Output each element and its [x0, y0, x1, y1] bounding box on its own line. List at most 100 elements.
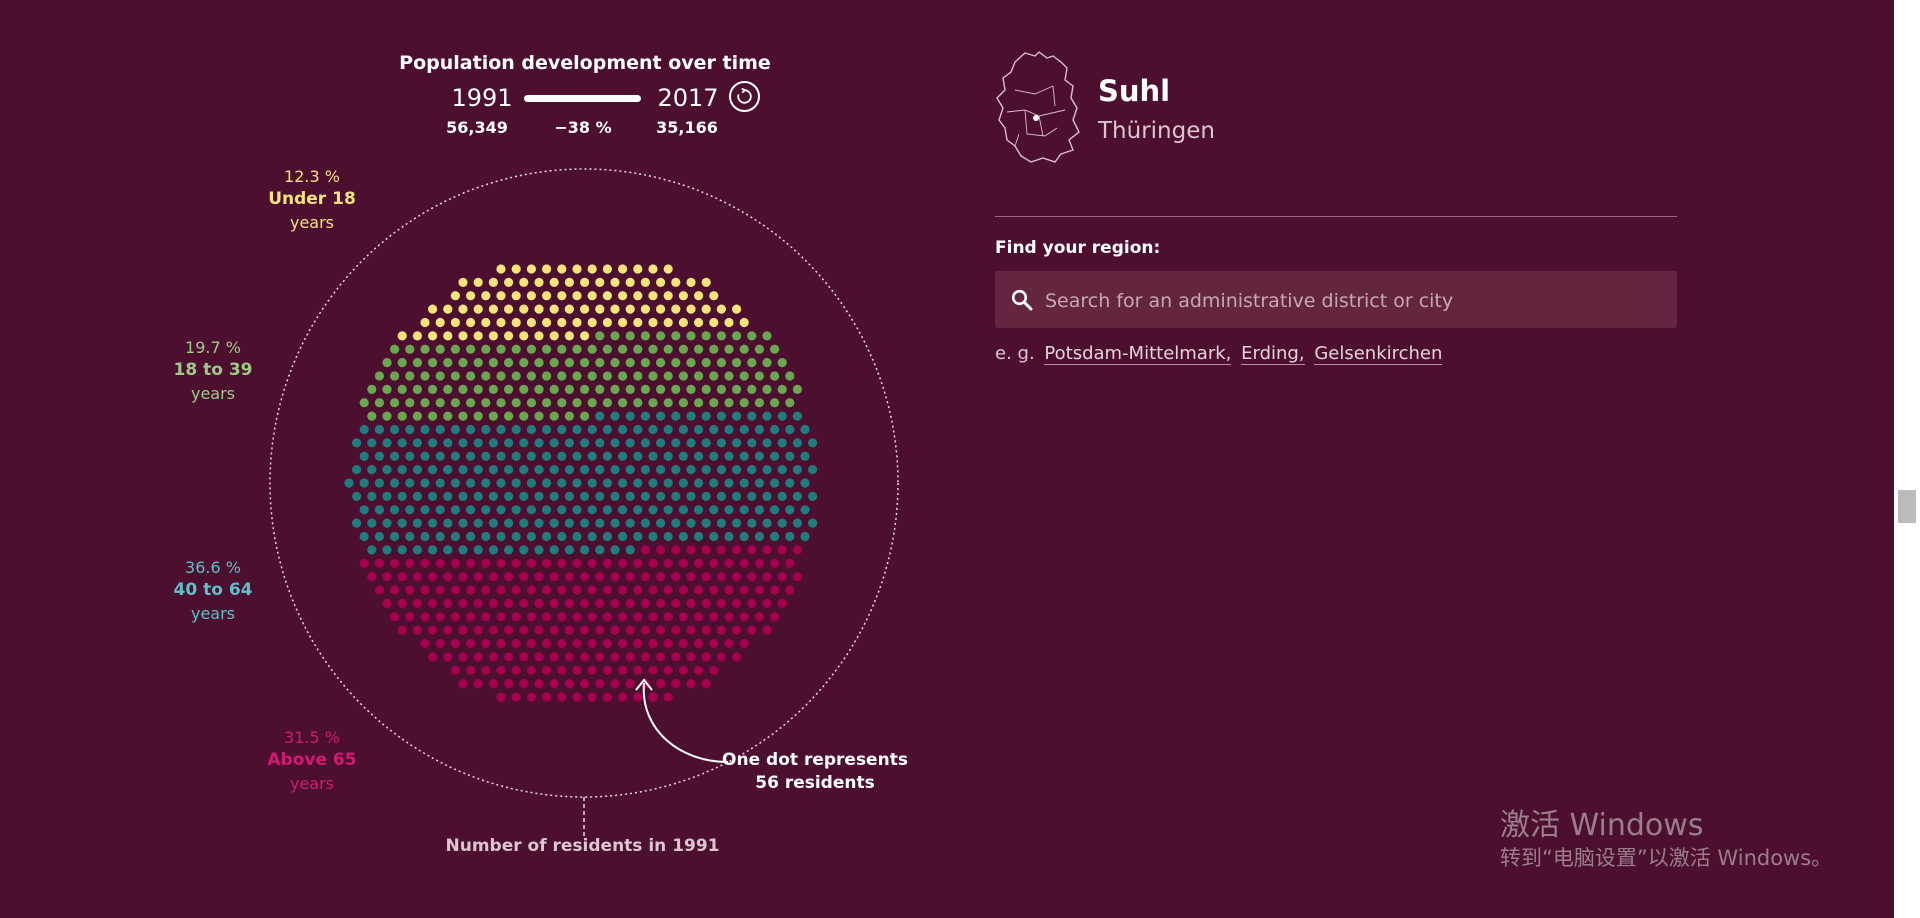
dot-above65: [694, 638, 704, 649]
dot-above65: [580, 652, 590, 662]
dot-above65: [694, 585, 704, 595]
dot-18to39: [618, 344, 628, 354]
dot-above65: [747, 545, 757, 555]
dot-40to64: [458, 465, 468, 475]
dot-40to64: [663, 531, 673, 542]
dot-above65: [602, 585, 613, 595]
scrollbar-thumb[interactable]: [1898, 490, 1916, 523]
dot-40to64: [473, 465, 483, 475]
dot-under18: [671, 277, 681, 287]
dot-under18: [701, 277, 711, 287]
dot-40to64: [640, 518, 651, 528]
dot-40to64: [686, 491, 696, 501]
dot-18to39: [519, 384, 529, 394]
dot-18to39: [390, 371, 400, 381]
dot-above65: [450, 585, 460, 595]
dot-under18: [572, 291, 582, 301]
dot-18to39: [542, 398, 552, 408]
dot-40to64: [564, 518, 575, 528]
dot-above65: [610, 625, 620, 635]
dot-18to39: [762, 358, 772, 368]
dot-40to64: [587, 478, 597, 488]
dot-above65: [678, 585, 689, 595]
dot-40to64: [443, 465, 453, 475]
dot-40to64: [382, 465, 392, 475]
example-link-gelsenkirchen[interactable]: Gelsenkirchen: [1314, 343, 1443, 365]
dot-under18: [587, 291, 597, 301]
dot-above65: [648, 665, 658, 675]
dot-40to64: [481, 505, 491, 515]
dot-above65: [777, 572, 787, 582]
dot-above65: [481, 638, 491, 649]
dot-40to64: [739, 478, 749, 488]
search-box[interactable]: [995, 271, 1677, 330]
dot-18to39: [420, 398, 430, 408]
dot-40to64: [488, 545, 498, 555]
year-slider[interactable]: [524, 95, 641, 102]
dot-40to64: [671, 465, 681, 475]
dot-18to39: [374, 371, 384, 381]
dot-40to64: [595, 438, 605, 448]
dot-40to64: [542, 478, 552, 488]
dot-40to64: [526, 478, 537, 488]
dot-18to39: [716, 331, 727, 341]
dot-above65: [572, 585, 582, 595]
dot-18to39: [610, 331, 620, 341]
dot-40to64: [595, 465, 605, 475]
dot-18to39: [671, 358, 681, 368]
dot-40to64: [747, 491, 757, 501]
example-link-potsdam-mittelmark[interactable]: Potsdam-Mittelmark,: [1044, 343, 1232, 365]
replay-button[interactable]: [729, 81, 760, 112]
dot-18to39: [686, 358, 696, 368]
dot-40to64: [625, 438, 635, 448]
dot-40to64: [488, 491, 498, 501]
dot-40to64: [367, 518, 377, 528]
dot-40to64: [640, 465, 651, 475]
dot-above65: [572, 638, 582, 649]
dot-18to39: [542, 371, 552, 381]
dot-40to64: [747, 438, 757, 448]
dot-under18: [466, 291, 476, 301]
dot-under18: [526, 291, 537, 301]
dot-above65: [458, 625, 468, 635]
dot-above65: [450, 558, 460, 568]
dot-40to64: [564, 491, 575, 501]
dot-above65: [602, 612, 613, 622]
dot-18to39: [458, 358, 468, 368]
dot-above65: [602, 558, 613, 568]
dot-40to64: [625, 491, 635, 501]
dot-above65: [412, 625, 422, 635]
dot-40to64: [526, 424, 537, 435]
dot-above65: [686, 625, 696, 635]
dot-18to39: [488, 358, 498, 368]
dot-40to64: [678, 451, 689, 461]
dot-40to64: [701, 438, 711, 448]
dot-18to39: [481, 371, 491, 381]
dot-above65: [602, 692, 613, 702]
scrollbar[interactable]: [1894, 0, 1920, 918]
dot-above65: [488, 652, 498, 662]
dot-18to39: [716, 384, 727, 394]
dot-above65: [625, 625, 635, 635]
dot-above65: [504, 625, 514, 635]
dot-under18: [678, 291, 689, 301]
dot-under18: [686, 304, 696, 314]
dot-18to39: [412, 411, 422, 421]
dot-18to39: [390, 398, 400, 408]
dot-18to39: [716, 358, 727, 368]
dot-40to64: [405, 531, 415, 542]
dot-40to64: [542, 505, 552, 515]
dot-above65: [519, 652, 529, 662]
dot-40to64: [390, 451, 400, 461]
dot-40to64: [808, 465, 818, 475]
dot-18to39: [466, 398, 476, 408]
dot-above65: [572, 558, 582, 568]
dot-40to64: [473, 545, 483, 555]
search-input[interactable]: [1043, 271, 1667, 330]
dot-18to39: [526, 371, 537, 381]
dot-18to39: [367, 411, 377, 421]
example-link-erding[interactable]: Erding,: [1241, 343, 1305, 365]
dot-40to64: [458, 518, 468, 528]
dot-40to64: [747, 411, 757, 421]
dot-40to64: [716, 411, 727, 421]
